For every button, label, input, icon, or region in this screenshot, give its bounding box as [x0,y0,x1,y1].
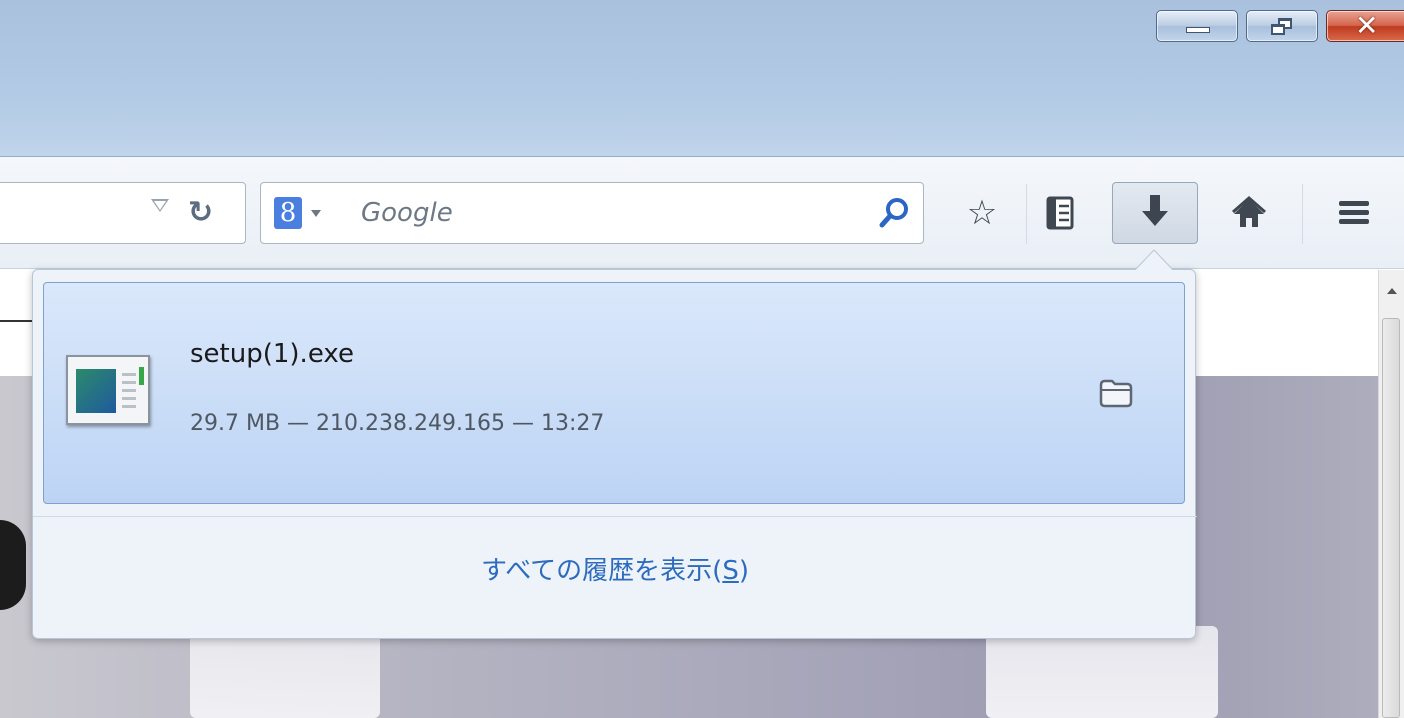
search-input[interactable] [361,195,861,231]
history-link-label: すべての履歴を表示( [481,556,723,586]
page-image-fragment [986,626,1218,718]
menu-icon[interactable] [1322,182,1386,244]
close-button[interactable]: ✕ [1326,9,1404,42]
download-file-name: setup(1).exe [190,339,354,369]
url-bar[interactable]: ↻ [0,182,246,244]
download-item[interactable]: setup(1).exe 29.7 MB — 210.238.249.165 —… [43,282,1185,504]
minimize-icon [1186,27,1210,33]
google-icon[interactable]: 8 [274,197,302,229]
restore-icon [1271,18,1295,36]
scroll-thumb[interactable] [1382,318,1400,718]
downloads-button[interactable] [1112,182,1198,244]
engine-dropdown-icon[interactable] [311,210,321,217]
minimize-button[interactable] [1156,10,1238,42]
panel-divider [33,516,1197,517]
navigation-toolbar: ↻ 8 ☆ [0,157,1404,269]
history-access-key: S [722,556,739,586]
page-image-fragment [0,520,26,610]
open-folder-icon[interactable] [1098,377,1134,409]
toolbar-separator [1302,184,1303,244]
search-go-icon[interactable] [876,195,912,231]
dropmarker-icon[interactable] [151,199,169,212]
download-status: 29.7 MB — 210.238.249.165 — 13:27 [190,411,605,436]
show-all-history-link[interactable]: すべての履歴を表示(S) [33,550,1197,587]
vertical-scrollbar[interactable] [1378,270,1404,718]
scroll-up-icon[interactable] [1387,288,1397,294]
reload-icon[interactable]: ↻ [188,195,213,230]
window-titlebar: ✕ [0,0,1404,157]
bookmarks-list-icon[interactable] [1028,182,1092,244]
restore-button[interactable] [1246,10,1318,42]
downloads-panel: setup(1).exe 29.7 MB — 210.238.249.165 —… [32,269,1197,639]
history-link-suffix: ) [738,556,749,586]
toolbar-separator [1026,184,1027,244]
bookmark-star-icon[interactable]: ☆ [950,182,1014,244]
download-icon [1140,193,1170,233]
exe-file-icon [66,355,150,425]
home-icon[interactable] [1217,182,1281,244]
close-icon: ✕ [1355,9,1379,42]
search-bar[interactable]: 8 [260,182,924,244]
panel-arrow [1134,249,1174,272]
